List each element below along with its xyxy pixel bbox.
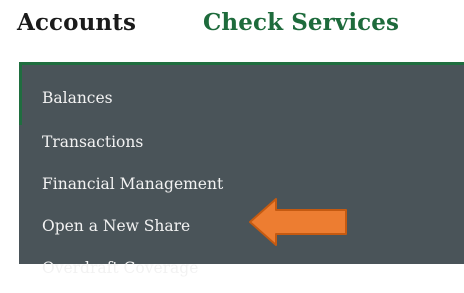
menu-item-overdraft-coverage[interactable]: Overdraft Coverage xyxy=(42,259,198,277)
dropdown-left-accent xyxy=(19,65,22,125)
menu-item-financial-management[interactable]: Financial Management xyxy=(42,175,223,193)
page-bottom-margin xyxy=(0,284,464,293)
menu-item-transactions[interactable]: Transactions xyxy=(42,133,143,151)
menu-item-open-new-share[interactable]: Open a New Share xyxy=(42,217,190,235)
left-arrow-icon xyxy=(249,198,347,246)
nav-check-services[interactable]: Check Services xyxy=(203,9,399,36)
nav-accounts[interactable]: Accounts xyxy=(17,9,136,36)
top-navigation: Accounts Check Services xyxy=(0,0,464,58)
menu-item-balances[interactable]: Balances xyxy=(42,89,113,107)
